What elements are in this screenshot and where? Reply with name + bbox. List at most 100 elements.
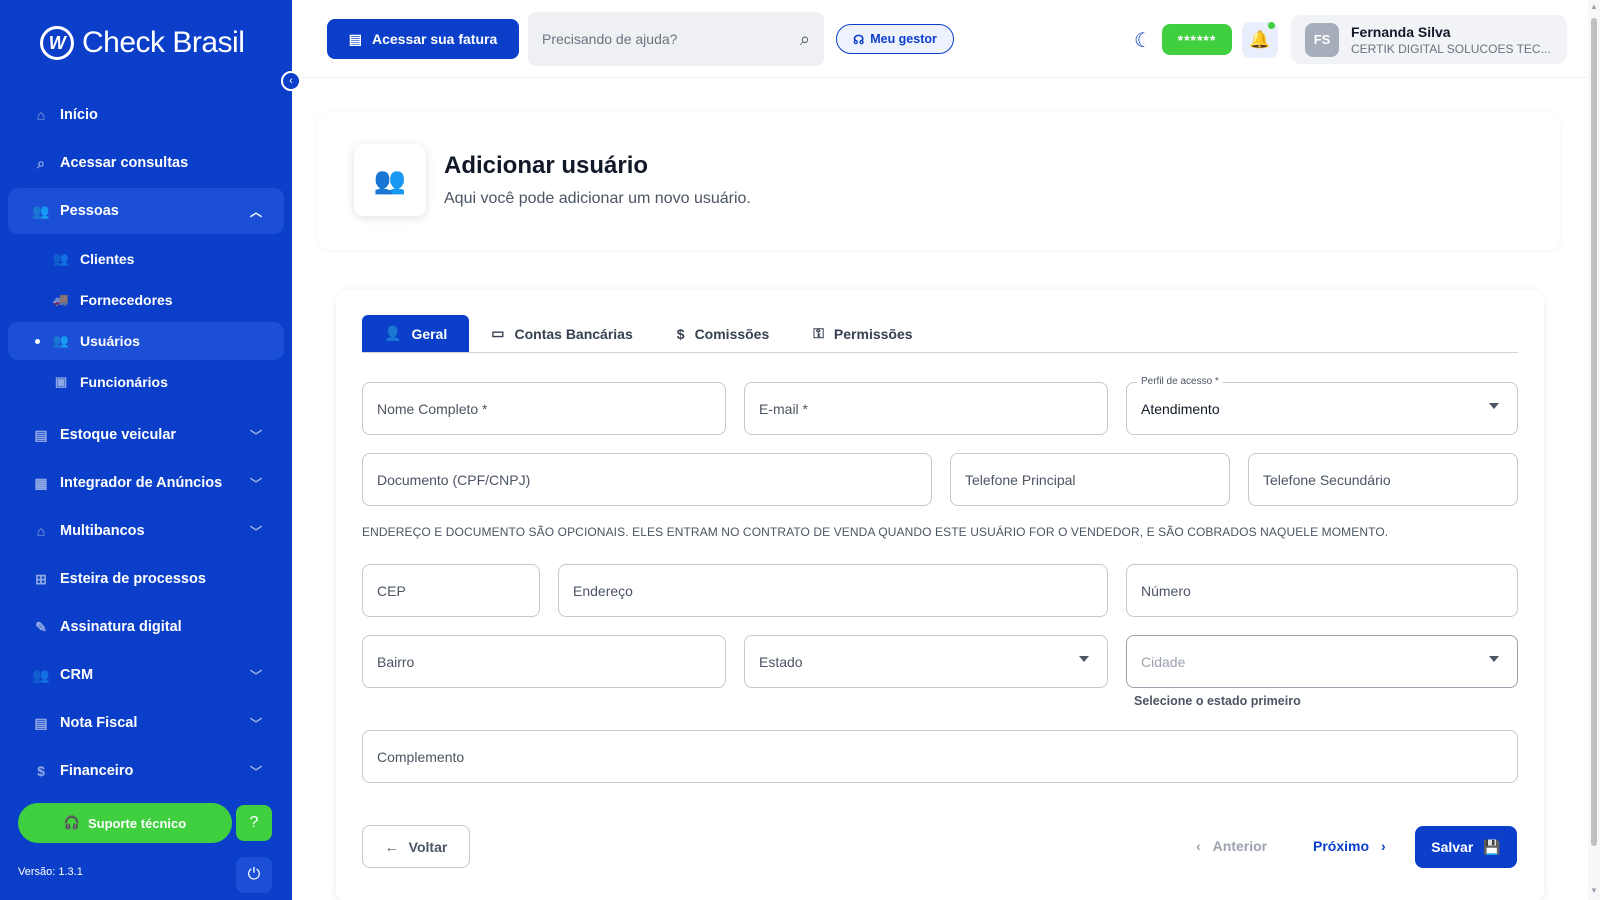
tab-comissoes[interactable]: $ Comissões	[655, 315, 792, 352]
next-label: Próximo	[1313, 838, 1370, 854]
user-menu[interactable]: FS Fernanda Silva CERTIK DIGITAL SOLUCOE…	[1291, 15, 1567, 64]
chevron-down-icon: ﹀	[249, 668, 262, 683]
sidebar-collapse-button[interactable]: ‹	[281, 71, 301, 91]
help-button[interactable]: ?	[236, 805, 272, 841]
clients-icon: 👥	[52, 251, 70, 266]
bell-icon: 🔔	[1249, 30, 1271, 49]
chevron-left-icon: ‹	[1196, 838, 1201, 854]
person-icon: 👤	[384, 325, 402, 341]
telefone-secundario-field[interactable]: Telefone Secundário	[1248, 453, 1518, 506]
sidebar-subitem-label: Clientes	[80, 251, 135, 267]
page-subtitle: Aqui você pode adicionar um novo usuário…	[444, 190, 751, 207]
dark-mode-toggle-icon[interactable]: ☾	[1134, 28, 1152, 53]
email-field[interactable]: E-mail *	[744, 382, 1108, 435]
sidebar-item-crm[interactable]: 👥 CRM ﹀	[8, 652, 284, 698]
search-icon[interactable]: ⌕	[800, 29, 810, 50]
balance-badge[interactable]: ******	[1162, 24, 1232, 55]
sidebar-nav: ⌂ Início ⌕ Acessar consultas 👥 Pessoas ︿…	[8, 92, 284, 796]
signature-icon: ✎	[35, 618, 47, 635]
sidebar-item-integrador[interactable]: ▦ Integrador de Anúncios ﹀	[8, 460, 284, 506]
scroll-down-icon[interactable]: ▼	[1590, 886, 1598, 895]
sidebar-subitem-funcionarios[interactable]: ▣ Funcionários	[8, 363, 284, 401]
previous-button[interactable]: ‹ Anterior	[1196, 838, 1267, 854]
sidebar-item-label: Multibancos	[60, 523, 145, 539]
chevron-left-icon: ‹	[289, 75, 293, 87]
page-scrollbar[interactable]: ▲ ▼	[1588, 0, 1600, 900]
topbar: ▤ Acessar sua fatura Precisando de ajuda…	[292, 0, 1588, 78]
sidebar-item-financeiro[interactable]: $ Financeiro ﹀	[8, 748, 284, 794]
tab-label: Comissões	[694, 325, 770, 342]
invoice-icon: ▤	[34, 714, 48, 731]
sidebar-item-assinatura[interactable]: ✎ Assinatura digital	[8, 604, 284, 650]
sidebar-item-nota-fiscal[interactable]: ▤ Nota Fiscal ﹀	[8, 700, 284, 746]
sidebar-item-inicio[interactable]: ⌂ Início	[8, 92, 284, 138]
flow-icon: ⊞	[35, 570, 47, 587]
numero-field[interactable]: Número	[1126, 564, 1518, 617]
bairro-placeholder: Bairro	[377, 653, 415, 670]
notification-indicator	[1268, 22, 1275, 29]
chevron-down-icon: ﹀	[249, 428, 262, 443]
cidade-placeholder: Cidade	[1141, 653, 1186, 670]
sidebar-item-label: Acessar consultas	[60, 155, 189, 171]
tab-geral[interactable]: 👤 Geral	[362, 315, 470, 352]
sidebar-item-consultas[interactable]: ⌕ Acessar consultas	[8, 140, 284, 186]
user-company: CERTIK DIGITAL SOLUCOES TEC...	[1351, 41, 1551, 56]
sidebar-item-estoque[interactable]: ▤ Estoque veicular ﹀	[8, 412, 284, 458]
cep-field[interactable]: CEP	[362, 564, 540, 617]
app-version: Versão: 1.3.1	[18, 866, 83, 878]
meu-gestor-button[interactable]: ☊ Meu gestor	[836, 24, 954, 54]
tab-label: Contas Bancárias	[514, 325, 633, 342]
estado-placeholder: Estado	[759, 653, 803, 670]
headset-icon: ☊	[853, 32, 865, 47]
scrollbar-thumb[interactable]	[1591, 18, 1597, 846]
support-button[interactable]: 🎧 Suporte técnico	[18, 803, 232, 843]
endereco-field[interactable]: Endereço	[558, 564, 1108, 617]
bairro-field[interactable]: Bairro	[362, 635, 726, 688]
bank-icon: ⌂	[36, 523, 46, 539]
logout-button[interactable]: ⏻	[236, 857, 272, 893]
ads-icon: ▦	[34, 474, 48, 491]
sidebar-subitem-fornecedores[interactable]: 🚚 Fornecedores	[8, 281, 284, 319]
help-search-input[interactable]: Precisando de ajuda? ⌕	[528, 12, 824, 66]
sidebar-subitem-clientes[interactable]: 👥 Clientes	[8, 240, 284, 278]
chevron-up-icon: ︿	[249, 204, 262, 219]
dropdown-caret-icon	[1489, 656, 1499, 662]
documento-field[interactable]: Documento (CPF/CNPJ)	[362, 453, 932, 506]
save-label: Salvar	[1431, 839, 1474, 855]
back-button[interactable]: ← Voltar	[362, 825, 470, 868]
sidebar-subitem-label: Funcionários	[80, 374, 168, 390]
tab-contas-bancarias[interactable]: ▭ Contas Bancárias	[469, 315, 655, 352]
active-dot	[35, 338, 40, 344]
notifications-button[interactable]: 🔔	[1242, 22, 1278, 58]
chevron-down-icon: ﹀	[249, 524, 262, 539]
sidebar-subitem-label: Fornecedores	[80, 292, 173, 308]
sidebar-subitem-label: Usuários	[80, 333, 140, 349]
sidebar-subitem-usuarios[interactable]: 👥 Usuários	[8, 322, 284, 360]
fatura-button[interactable]: ▤ Acessar sua fatura	[327, 19, 519, 59]
home-icon: ⌂	[36, 107, 46, 123]
search-placeholder: Precisando de ajuda?	[542, 31, 678, 47]
sidebar-item-esteira[interactable]: ⊞ Esteira de processos	[8, 556, 284, 602]
nome-completo-field[interactable]: Nome Completo *	[362, 382, 726, 435]
tab-permissoes[interactable]: ⚿ Permissões	[791, 315, 934, 352]
avatar: FS	[1305, 22, 1339, 57]
document-icon: ▤	[348, 30, 362, 47]
save-button[interactable]: Salvar 💾	[1415, 826, 1517, 868]
brand-logo[interactable]: W Check Brasil	[40, 26, 245, 60]
scroll-up-icon[interactable]: ▲	[1590, 2, 1598, 11]
garage-icon: ▤	[34, 426, 48, 443]
next-button[interactable]: Próximo ›	[1313, 838, 1386, 854]
users-icon: 👥	[52, 333, 70, 348]
money-icon: $	[37, 763, 45, 779]
users-icon: 👥	[354, 144, 426, 216]
arrow-left-icon: ←	[384, 838, 399, 855]
estado-select[interactable]: Estado	[744, 635, 1108, 688]
complemento-field[interactable]: Complemento	[362, 730, 1518, 783]
telefone-principal-field[interactable]: Telefone Principal	[950, 453, 1230, 506]
email-placeholder: E-mail *	[759, 400, 809, 417]
perfil-acesso-select[interactable]: Perfil de acesso * Atendimento	[1126, 376, 1518, 435]
cep-placeholder: CEP	[377, 582, 406, 599]
sidebar-item-pessoas[interactable]: 👥 Pessoas ︿	[8, 188, 284, 234]
cidade-select[interactable]: Cidade	[1126, 635, 1518, 688]
sidebar-item-multibancos[interactable]: ⌂ Multibancos ﹀	[8, 508, 284, 554]
